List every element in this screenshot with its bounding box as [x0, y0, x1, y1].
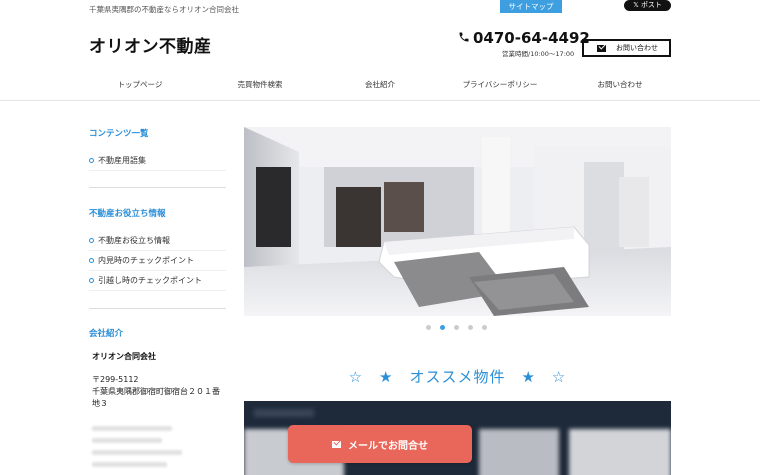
mail-icon — [597, 44, 606, 52]
slider-dot[interactable] — [426, 325, 431, 330]
listing-thumbnail[interactable] — [479, 429, 559, 475]
slider-dot[interactable] — [454, 325, 459, 330]
sidebar-heading-company: 会社紹介 — [89, 329, 124, 339]
bullet-icon — [89, 258, 94, 263]
x-post-label: ポスト — [640, 1, 662, 9]
sidebar-item-label: 不動産用語集 — [98, 156, 146, 165]
listing-thumbnail[interactable] — [569, 429, 671, 475]
sidebar-company: 会社紹介 — [89, 327, 226, 339]
sidebar-item-label: 不動産お役立ち情報 — [98, 236, 170, 245]
postal-code: 〒299-5112 — [92, 375, 139, 384]
sidebar-contents: コンテンツ一覧 不動産用語集 — [89, 127, 226, 171]
sidebar-item-moving-checkpoints[interactable]: 引越し時のチェックポイント — [89, 271, 226, 291]
slider-dot-active[interactable] — [440, 325, 445, 330]
nav-item-top[interactable]: トップページ — [80, 70, 200, 100]
nav-divider — [0, 100, 760, 101]
phone-number[interactable]: 0470-64-4492 — [458, 29, 590, 47]
company-address: 〒299-5112 千葉県夷隅郡御宿町御宿台２０１番地３ — [92, 374, 227, 410]
site-logo[interactable]: オリオン不動産 — [89, 32, 212, 57]
mail-inquiry-button[interactable]: メールでお問合せ — [288, 425, 472, 463]
slider-dot[interactable] — [468, 325, 473, 330]
sidebar-item-useful-info[interactable]: 不動産お役立ち情報 — [89, 231, 226, 251]
mail-icon — [332, 440, 341, 448]
x-icon: 𝕏 — [633, 1, 641, 9]
bullet-icon — [89, 158, 94, 163]
nav-item-contact[interactable]: お問い合わせ — [560, 70, 680, 100]
phone-icon — [458, 29, 470, 47]
sidebar-item-label: 引越し時のチェックポイント — [98, 276, 202, 285]
contact-button[interactable]: お問い合わせ — [582, 39, 671, 57]
sidebar-item-label: 内見時のチェックポイント — [98, 256, 194, 265]
x-post-button[interactable]: 𝕏 ポスト — [624, 0, 671, 11]
sidebar-useful: 不動産お役立ち情報 不動産お役立ち情報 内見時のチェックポイント 引越し時のチェ… — [89, 207, 226, 291]
sidebar-divider — [89, 187, 226, 188]
sidebar-divider — [89, 308, 226, 309]
slider-dot[interactable] — [482, 325, 487, 330]
mail-inquiry-label: メールでお問合せ — [348, 440, 428, 452]
nav-item-company[interactable]: 会社紹介 — [320, 70, 440, 100]
site-tagline: 千葉県夷隅郡の不動産ならオリオン合同会社 — [89, 5, 239, 14]
contact-button-label: お問い合わせ — [616, 44, 658, 52]
blurred-company-details — [92, 426, 192, 474]
sitemap-button[interactable]: サイトマップ — [500, 0, 562, 13]
featured-heading: ☆ ★ オススメ物件 ★ ☆ — [348, 368, 567, 386]
bullet-icon — [89, 238, 94, 243]
sidebar-heading-contents: コンテンツ一覧 — [89, 129, 149, 139]
company-name: オリオン合同会社 — [92, 352, 156, 361]
business-hours: 営業時間/10:00〜17:00 — [502, 50, 575, 58]
sidebar-item-viewing-checkpoints[interactable]: 内見時のチェックポイント — [89, 251, 226, 271]
nav-item-privacy[interactable]: プライバシーポリシー — [440, 70, 560, 100]
bullet-icon — [89, 278, 94, 283]
sidebar-item-glossary[interactable]: 不動産用語集 — [89, 151, 226, 171]
sidebar-heading-useful: 不動産お役立ち情報 — [89, 209, 166, 219]
global-nav: トップページ 売買物件検索 会社紹介 プライバシーポリシー お問い合わせ — [80, 70, 680, 100]
hero-slider-image[interactable] — [244, 127, 671, 316]
nav-item-property-search[interactable]: 売買物件検索 — [200, 70, 320, 100]
slider-dots — [426, 325, 487, 330]
address-text: 千葉県夷隅郡御宿町御宿台２０１番地３ — [92, 387, 220, 408]
phone-text: 0470-64-4492 — [473, 29, 590, 47]
